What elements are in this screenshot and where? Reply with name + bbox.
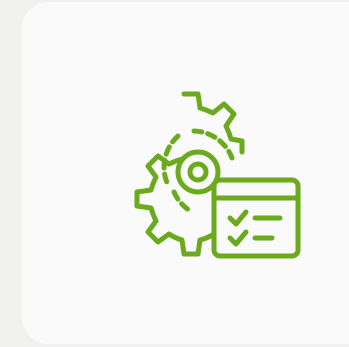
checklist-window (211, 177, 301, 259)
center-dot (187, 161, 209, 183)
icon-card (22, 2, 349, 344)
outer-dashed-arc-bottom (171, 189, 195, 215)
gear-checklist-svg (134, 91, 301, 259)
gear-with-checklist-icon (122, 82, 312, 272)
